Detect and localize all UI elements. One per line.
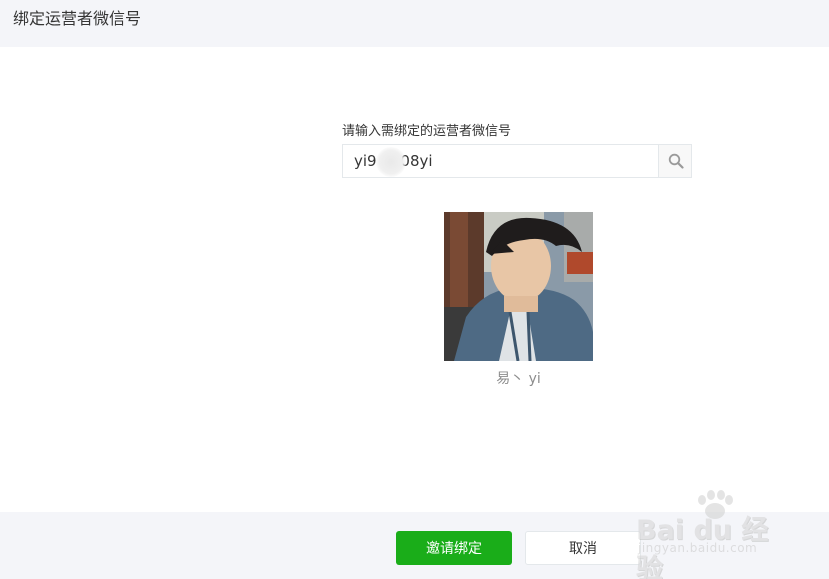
redaction-blur — [376, 147, 406, 177]
invite-bind-button[interactable]: 邀请绑定 — [396, 531, 512, 565]
search-icon — [668, 153, 684, 169]
dialog-header: 绑定运营者微信号 — [0, 0, 829, 47]
watermark-url: jingyan.baidu.com — [638, 541, 758, 555]
cancel-button[interactable]: 取消 — [525, 531, 641, 565]
search-button[interactable] — [658, 145, 691, 177]
user-photo — [444, 212, 593, 361]
search-label: 请输入需绑定的运营者微信号 — [342, 124, 512, 139]
user-nickname: 易丶 yi — [496, 371, 541, 387]
user-avatar — [444, 212, 593, 361]
bind-operator-dialog: 绑定运营者微信号 请输入需绑定的运营者微信号 yi9 08yi 易丶 yi 邀请… — [0, 0, 829, 579]
baidu-jingyan-watermark: Bai du 经验 jingyan.baidu.com — [636, 490, 786, 579]
dialog-title: 绑定运营者微信号 — [13, 9, 142, 28]
